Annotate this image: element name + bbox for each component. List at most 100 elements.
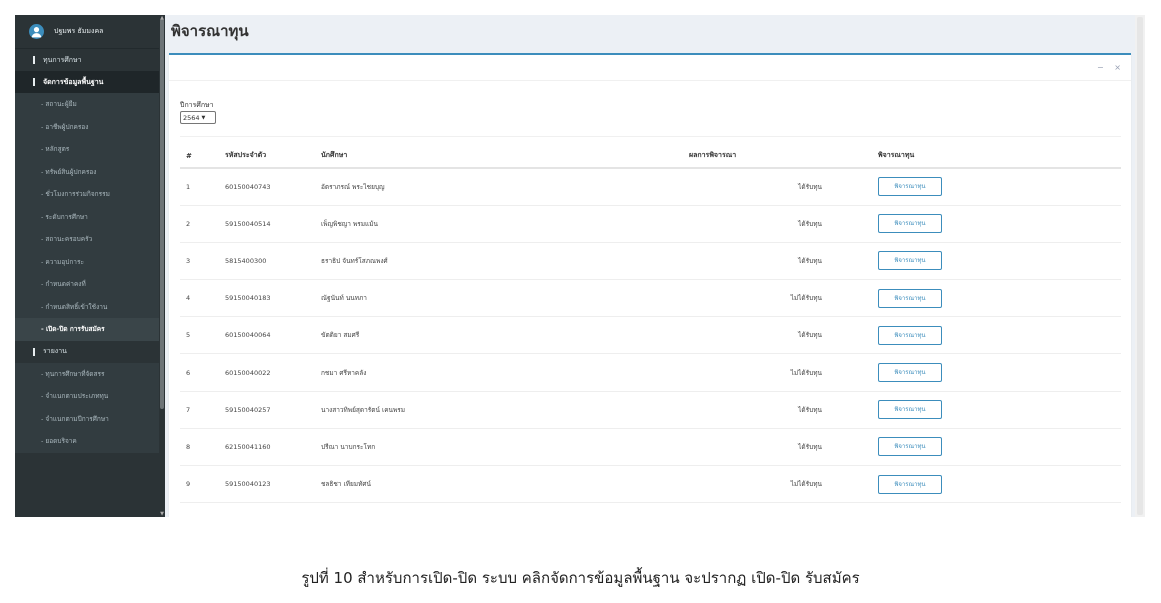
row-result: ได้รับทุน <box>689 205 878 243</box>
row-action: พิจารณาทุน <box>878 465 1121 504</box>
sidebar-section-label: ทุนการศึกษา <box>43 55 82 64</box>
row-student-id: 59150040514 <box>225 205 321 243</box>
sidebar-section[interactable]: จัดการข้อมูลพื้นฐาน <box>15 71 159 93</box>
sidebar-item[interactable]: - ยอดบริจาค <box>15 430 159 453</box>
main-scrollbar[interactable] <box>1135 15 1145 517</box>
sidebar-item[interactable]: - ระดับการศึกษา <box>15 205 159 228</box>
row-student-name: อัตราภรณ์ พระไชยบุญ <box>321 168 689 206</box>
user-panel[interactable]: ปฐมพร ธัมมงคล <box>15 15 159 49</box>
consider-scholarship-button[interactable]: พิจารณาทุน <box>878 400 942 420</box>
section-marker-icon <box>33 347 35 356</box>
consider-scholarship-button[interactable]: พิจารณาทุน <box>878 177 942 197</box>
row-number: 5 <box>180 316 225 355</box>
col-header-student: นักศึกษา <box>321 144 689 169</box>
row-number: 4 <box>180 279 225 318</box>
row-action: พิจารณาทุน <box>878 353 1121 392</box>
row-action: พิจารณาทุน <box>878 279 1121 318</box>
table-row: 8 62150041160 ปรีณา นาบกระโทก ได้รับทุน พิจา… <box>180 428 1121 467</box>
sidebar-item[interactable]: - จำแนกตามประเภททุน <box>15 385 159 408</box>
row-action: พิจารณาทุน <box>878 391 1121 429</box>
consider-scholarship-button[interactable]: พิจารณาทุน <box>878 437 942 457</box>
row-student-name: ปรีณา นาบกระโทก <box>321 428 689 467</box>
consider-scholarship-button[interactable]: พิจารณาทุน <box>878 474 942 494</box>
table-row: 6 60150040022 กชมา ศรีหาคลัง ไม่ได้รับทุน พิ… <box>180 353 1121 392</box>
row-student-name: เพ็ญพิชญา พรมแม้น <box>321 205 689 243</box>
sidebar-item[interactable]: - ทุนการศึกษาที่จัดสรร <box>15 362 159 385</box>
row-result: ไม่ได้รับทุน <box>689 279 878 318</box>
row-student-id: 59150040257 <box>225 391 321 429</box>
table-row: 2 59150040514 เพ็ญพิชญา พรมแม้น ได้รับทุน พิ… <box>180 205 1121 243</box>
table-row: 7 59150040257 นางสาวทิพย์สุดารัตน์ เคนพรมไ… <box>180 391 1121 429</box>
consider-scholarship-button[interactable]: พิจารณาทุน <box>878 288 942 308</box>
row-student-id: 60150040064 <box>225 316 321 355</box>
sidebar-item[interactable]: - อาชีพผู้ปกครอง <box>15 115 159 138</box>
col-header-num: # <box>180 144 225 169</box>
row-student-id: 60150040743 <box>225 168 321 206</box>
content-box: − × ปีการศึกษา 2564 ▼ # รหัสประจำตัว นัก… <box>169 53 1131 517</box>
year-select[interactable]: 2564 ▼ <box>180 111 216 124</box>
consider-scholarship-button[interactable]: พิจารณาทุน <box>878 325 942 345</box>
sidebar-item[interactable]: - จำแนกตามปีการศึกษา <box>15 407 159 430</box>
row-number: 9 <box>180 465 225 504</box>
page-title: พิจารณาทุน <box>171 22 249 40</box>
table-row: 5 60150040064 ขัตติยา สมศรี ได้รับทุน พิจารณ… <box>180 316 1121 355</box>
row-action: พิจารณาทุน <box>878 205 1121 243</box>
row-number: 6 <box>180 353 225 392</box>
sidebar-item[interactable]: - เปิด-ปิด การรับสมัคร <box>15 318 159 341</box>
sidebar-item[interactable]: - หลักสูตร <box>15 138 159 161</box>
sidebar-section-label: จัดการข้อมูลพื้นฐาน <box>43 77 104 86</box>
col-header-student-id: รหัสประจำตัว <box>225 144 321 169</box>
box-tools: − × <box>1089 63 1121 72</box>
sidebar-section[interactable]: ทุนการศึกษา <box>15 49 159 71</box>
consider-scholarship-button[interactable]: พิจารณาทุน <box>878 214 942 234</box>
sidebar-section[interactable]: รายงาน <box>15 341 159 363</box>
row-student-name: ชลธิชา เทียมทัศน์ <box>321 465 689 504</box>
row-number: 3 <box>180 242 225 281</box>
sidebar-item[interactable]: - กำหนดสิทธิ์เข้าใช้งาน <box>15 295 159 318</box>
sidebar-scrollbar-thumb[interactable] <box>160 19 164 409</box>
year-label: ปีการศึกษา <box>180 101 214 109</box>
close-icon[interactable]: × <box>1114 63 1121 72</box>
main-scrollbar-thumb[interactable] <box>1137 17 1143 515</box>
row-action: พิจารณาทุน <box>878 242 1121 281</box>
sidebar-item[interactable]: - สถานะผู้ยืม <box>15 93 159 116</box>
row-student-name: ธราธิป จันทร์โสภณพงศ์ <box>321 242 689 281</box>
section-marker-icon <box>33 78 35 86</box>
row-student-name: ณัฐนันท์ นนทภา <box>321 279 689 318</box>
table-row: 1 60150040743 อัตราภรณ์ พระไชยบุญ ได้รับทุน… <box>180 168 1121 206</box>
row-action: พิจารณาทุน <box>878 316 1121 355</box>
sidebar-item[interactable]: - ความอุปการะ <box>15 250 159 273</box>
row-number: 1 <box>180 168 225 206</box>
table-row: 3 5815400300 ธราธิป จันทร์โสภณพงศ์ ได้รับทุ… <box>180 242 1121 281</box>
sidebar-menu: ทุนการศึกษาจัดการข้อมูลพื้นฐาน - สถานะผู้… <box>15 49 159 453</box>
row-student-id: 62150041160 <box>225 428 321 467</box>
row-student-id: 59150040183 <box>225 279 321 318</box>
consider-scholarship-button[interactable]: พิจารณาทุน <box>878 363 942 383</box>
row-result: ได้รับทุน <box>689 168 878 206</box>
row-student-id: 59150040123 <box>225 465 321 504</box>
table-row: 9 59150040123 ชลธิชา เทียมทัศน์ ไม่ได้รับทุ… <box>180 465 1121 504</box>
row-result: ได้รับทุน <box>689 391 878 429</box>
row-student-id: 60150040022 <box>225 353 321 392</box>
section-marker-icon <box>33 56 35 64</box>
main-content: พิจารณาทุน − × ปีการศึกษา 2564 ▼ # รหัสป… <box>165 15 1145 517</box>
row-result: ได้รับทุน <box>689 428 878 467</box>
sidebar-section-label: รายงาน <box>43 347 67 355</box>
sidebar-item[interactable]: - ชั่วโมงการร่วมกิจกรรม <box>15 183 159 206</box>
user-avatar-icon <box>29 24 44 39</box>
app-screen: ปฐมพร ธัมมงคล ทุนการศึกษาจัดการข้อมูลพื้… <box>15 15 1145 517</box>
row-student-name: นางสาวทิพย์สุดารัตน์ เคนพรม <box>321 391 689 429</box>
row-student-name: กชมา ศรีหาคลัง <box>321 353 689 392</box>
sidebar-item[interactable]: - กำหนดค่าคงที่ <box>15 273 159 296</box>
minimize-icon[interactable]: − <box>1097 63 1104 72</box>
sidebar-item[interactable]: - สถานะครอบครัว <box>15 228 159 251</box>
figure-caption: รูปที่ 10 สำหรับการเปิด-ปิด ระบบ คลิกจัด… <box>301 569 860 587</box>
year-select-value: 2564 <box>183 113 200 122</box>
sidebar: ปฐมพร ธัมมงคล ทุนการศึกษาจัดการข้อมูลพื้… <box>15 15 159 517</box>
sidebar-item[interactable]: - ทรัพย์สินผู้ปกครอง <box>15 160 159 183</box>
row-result: ได้รับทุน <box>689 316 878 355</box>
row-result: ไม่ได้รับทุน <box>689 465 878 504</box>
table-row: 4 59150040183 ณัฐนันท์ นนทภา ไม่ได้รับทุน พิ… <box>180 279 1121 318</box>
row-action: พิจารณาทุน <box>878 428 1121 467</box>
consider-scholarship-button[interactable]: พิจารณาทุน <box>878 251 942 271</box>
